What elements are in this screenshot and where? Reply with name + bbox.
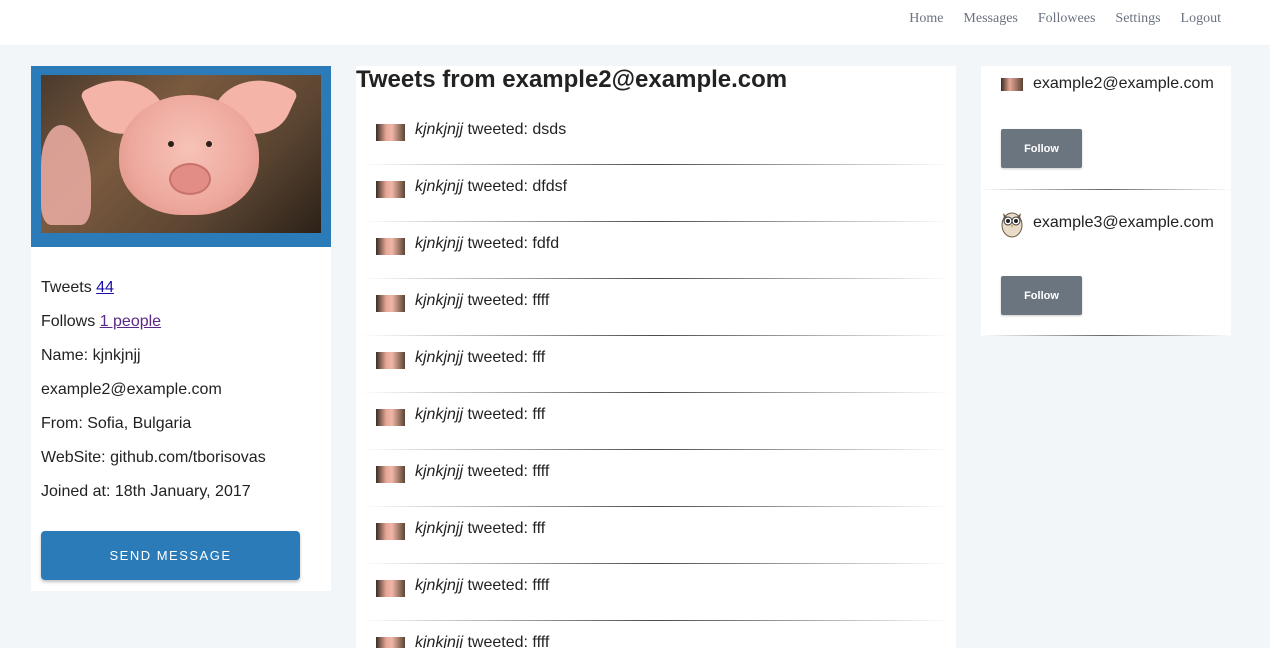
tweet-body: ffff [532, 292, 550, 309]
tweet-verb: tweeted: [467, 520, 528, 537]
pig-avatar-icon [376, 181, 405, 198]
profile-name: Name: kjnkjnjj [41, 347, 141, 364]
profile-location: From: Sofia, Bulgaria [41, 415, 192, 432]
nav-menu: Home Messages Followees Settings Logout [909, 11, 1221, 27]
followee-email: example3@example.com [1033, 214, 1214, 231]
tweet-text: kjnkjnjj tweeted: fff [415, 520, 545, 538]
top-navbar: Home Messages Followees Settings Logout [0, 0, 1270, 45]
pig-avatar-icon [376, 352, 405, 369]
tweet-body: fff [532, 349, 546, 366]
tweet-item: kjnkjnjj tweeted: fdfd [361, 222, 951, 279]
tweet-item: kjnkjnjj tweeted: ffff [361, 279, 951, 336]
tweet-verb: tweeted: [467, 406, 528, 423]
tweet-text: kjnkjnjj tweeted: dsds [415, 121, 566, 139]
tweet-item: kjnkjnjj tweeted: ffff [361, 621, 951, 648]
tweet-body: ffff [532, 577, 550, 594]
follows-link[interactable]: 1 people [100, 313, 161, 330]
pig-photo-icon [41, 75, 321, 233]
tweet-author: kjnkjnjj [415, 577, 464, 594]
tweet-body: dsds [532, 121, 567, 138]
tweet-text: kjnkjnjj tweeted: fff [415, 349, 545, 367]
tweet-author: kjnkjnjj [415, 634, 464, 648]
pig-avatar-icon [1001, 78, 1023, 91]
pig-avatar-icon [376, 523, 405, 540]
pig-avatar-icon [376, 466, 405, 483]
tweet-author: kjnkjnjj [415, 463, 464, 480]
tweet-item: kjnkjnjj tweeted: ffff [361, 450, 951, 507]
follow-button[interactable]: Follow [1001, 276, 1082, 315]
tweet-author: kjnkjnjj [415, 406, 464, 423]
followees-panel: example2@example.com Follow example3@exa… [981, 66, 1231, 336]
tweet-text: kjnkjnjj tweeted: ffff [415, 463, 549, 481]
tweet-body: fdfd [532, 235, 560, 252]
tweet-item: kjnkjnjj tweeted: fff [361, 507, 951, 564]
follow-button[interactable]: Follow [1001, 129, 1082, 168]
tweets-count-link[interactable]: 44 [96, 279, 114, 296]
owl-avatar-icon [1001, 212, 1023, 238]
tweet-item: kjnkjnjj tweeted: dfdsf [361, 165, 951, 222]
tweet-verb: tweeted: [467, 178, 528, 195]
followee-email: example2@example.com [1033, 75, 1214, 92]
tweet-verb: tweeted: [467, 634, 528, 648]
tweet-text: kjnkjnjj tweeted: ffff [415, 577, 549, 595]
tweet-body: fff [532, 406, 546, 423]
tweet-text: kjnkjnjj tweeted: fff [415, 406, 545, 424]
tweet-verb: tweeted: [467, 463, 528, 480]
followee-item: example2@example.com Follow [981, 66, 1231, 190]
tweet-author: kjnkjnjj [415, 121, 464, 138]
tweet-text: kjnkjnjj tweeted: ffff [415, 634, 549, 648]
nav-home-link[interactable]: Home [909, 11, 943, 27]
tweets-heading: Tweets from example2@example.com [356, 66, 788, 93]
tweet-item: kjnkjnjj tweeted: fff [361, 393, 951, 450]
pig-avatar-icon [376, 580, 405, 597]
tweet-text: kjnkjnjj tweeted: dfdsf [415, 178, 567, 196]
profile-email: example2@example.com [41, 381, 222, 398]
nav-messages-link[interactable]: Messages [963, 11, 1017, 27]
tweet-text: kjnkjnjj tweeted: ffff [415, 292, 549, 310]
tweet-body: dfdsf [532, 178, 568, 195]
profile-info: Tweets 44 Follows 1 people Name: kjnkjnj… [31, 247, 331, 509]
followee-item: example3@example.com Follow [981, 190, 1231, 336]
send-message-button[interactable]: Send Message [41, 531, 300, 580]
tweet-text: kjnkjnjj tweeted: fdfd [415, 235, 559, 253]
tweet-verb: tweeted: [467, 292, 528, 309]
pig-avatar-icon [376, 409, 405, 426]
tweet-verb: tweeted: [467, 235, 528, 252]
follows-label: Follows [41, 313, 96, 330]
tweet-verb: tweeted: [467, 349, 528, 366]
pig-avatar-icon [376, 295, 405, 312]
tweet-list: kjnkjnjj tweeted: dsds kjnkjnjj tweeted: … [356, 108, 956, 648]
nav-followees-link[interactable]: Followees [1038, 11, 1096, 27]
profile-photo-frame [31, 66, 331, 247]
pig-avatar-icon [376, 238, 405, 255]
tweet-author: kjnkjnjj [415, 349, 464, 366]
tweet-author: kjnkjnjj [415, 292, 464, 309]
tweets-count-row: Tweets 44 [41, 271, 321, 305]
tweet-verb: tweeted: [467, 121, 528, 138]
tweet-body: fff [532, 520, 546, 537]
tweet-author: kjnkjnjj [415, 235, 464, 252]
follows-row: Follows 1 people [41, 305, 321, 339]
nav-settings-link[interactable]: Settings [1115, 11, 1160, 27]
tweet-item: kjnkjnjj tweeted: fff [361, 336, 951, 393]
profile-joined: Joined at: 18th January, 2017 [41, 483, 251, 500]
profile-website: WebSite: github.com/tborisovas [41, 449, 266, 466]
tweet-item: kjnkjnjj tweeted: ffff [361, 564, 951, 621]
profile-card: Tweets 44 Follows 1 people Name: kjnkjnj… [31, 66, 331, 591]
tweets-panel: Tweets from example2@example.com kjnkjnj… [356, 66, 956, 648]
tweet-body: ffff [532, 463, 550, 480]
tweet-body: ffff [532, 634, 550, 648]
nav-logout-link[interactable]: Logout [1181, 11, 1221, 27]
tweet-author: kjnkjnjj [415, 178, 464, 195]
pig-avatar-icon [376, 124, 405, 141]
tweet-item: kjnkjnjj tweeted: dsds [361, 108, 951, 165]
tweet-verb: tweeted: [467, 577, 528, 594]
tweet-author: kjnkjnjj [415, 520, 464, 537]
pig-avatar-icon [376, 637, 405, 648]
tweets-label: Tweets [41, 279, 92, 296]
